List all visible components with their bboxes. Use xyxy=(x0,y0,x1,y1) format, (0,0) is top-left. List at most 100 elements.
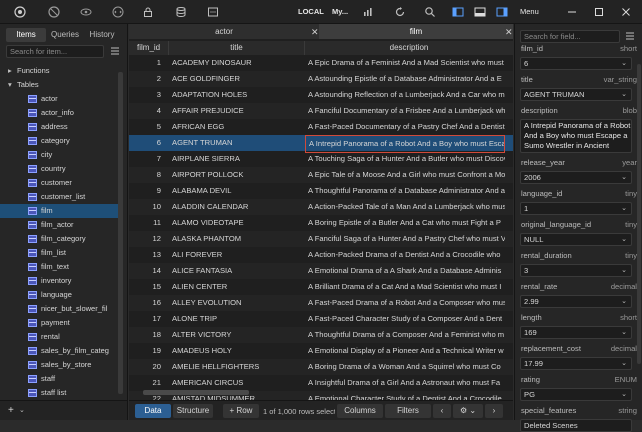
sidebar-item-payment[interactable]: payment xyxy=(0,316,118,330)
sidebar-item-staff[interactable]: staff xyxy=(0,372,118,386)
cell-title[interactable]: AMERICAN CIRCUS xyxy=(169,375,304,391)
sidebar-item-sales-by-film-categ[interactable]: sales_by_film_categ xyxy=(0,344,118,358)
cell-description[interactable]: A Fast-Paced Documentary of a Pastry Che… xyxy=(305,119,505,135)
cell-description[interactable]: A Thoughtful Drama of a Composer And a F… xyxy=(305,327,505,343)
sidebar-item-film-text[interactable]: film_text xyxy=(0,260,118,274)
close-icon[interactable] xyxy=(618,4,634,20)
cell-film-id[interactable]: 11 xyxy=(129,215,167,231)
table-row[interactable]: 16 ALLEY EVOLUTION A Fast-Paced Drama of a… xyxy=(129,295,513,311)
cell-film-id[interactable]: 6 xyxy=(129,135,167,151)
field-value-description[interactable]: A Intrepid Panorama of a Robot And a Boy… xyxy=(520,119,632,153)
table-row[interactable]: 8 AIRPORT POLLOCK A Epic Tale of a Moose A… xyxy=(129,167,513,183)
table-row[interactable]: 12 ALASKA PHANTOM A Fanciful Saga of a Hun… xyxy=(129,231,513,247)
database-icon[interactable] xyxy=(173,4,189,20)
field-value-replacement-cost[interactable]: 17.99 ⌄ xyxy=(520,357,632,370)
sidebar-item-sales-by-store[interactable]: sales_by_store xyxy=(0,358,118,372)
list-menu-icon[interactable] xyxy=(623,29,637,43)
table-row[interactable]: 6 AGENT TRUMAN A Intrepid Panorama of a Ro… xyxy=(129,135,513,153)
search-icon[interactable] xyxy=(422,4,438,20)
column-header-description[interactable]: description xyxy=(305,41,513,55)
field-value-title[interactable]: AGENT TRUMAN ⌄ xyxy=(520,88,632,101)
refresh-icon[interactable] xyxy=(392,4,408,20)
chevron-down-icon[interactable]: ⌄ xyxy=(621,89,627,100)
cell-title[interactable]: ALLEY EVOLUTION xyxy=(169,295,304,311)
cell-description[interactable]: A Fanciful Saga of a Hunter And a Pastry… xyxy=(305,231,505,247)
cell-film-id[interactable]: 19 xyxy=(129,343,167,359)
field-value-rental-rate[interactable]: 2.99 ⌄ xyxy=(520,295,632,308)
sidebar-scrollbar[interactable] xyxy=(118,72,123,394)
cell-film-id[interactable]: 20 xyxy=(129,359,167,375)
cell-description[interactable]: A Astounding Epistle of a Database Admin… xyxy=(305,71,505,87)
previous-page-icon[interactable]: ‹ xyxy=(433,404,451,418)
cell-title[interactable]: ALONE TRIP xyxy=(169,311,304,327)
table-row[interactable]: 5 AFRICAN EGG A Fast-Paced Documentary of … xyxy=(129,119,513,135)
chevron-down-icon[interactable]: ⌄ xyxy=(621,58,627,69)
add-row-button[interactable]: + Row xyxy=(223,404,259,418)
cell-film-id[interactable]: 5 xyxy=(129,119,167,135)
table-row[interactable]: 21 AMERICAN CIRCUS A Insightful Drama of a… xyxy=(129,375,513,391)
table-row[interactable]: 19 AMADEUS HOLY A Emotional Display of a P… xyxy=(129,343,513,359)
cell-description[interactable]: A Epic Tale of a Moose And a Girl who mu… xyxy=(305,167,505,183)
table-row[interactable]: 10 ALADDIN CALENDAR A Action-Packed Tale o… xyxy=(129,199,513,215)
table-row[interactable]: 18 ALTER VICTORY A Thoughtful Drama of a C… xyxy=(129,327,513,343)
cell-film-id[interactable]: 12 xyxy=(129,231,167,247)
table-row[interactable]: 4 AFFAIR PREJUDICE A Fanciful Documentary … xyxy=(129,103,513,119)
table-row[interactable]: 20 AMELIE HELLFIGHTERS A Boring Drama of a… xyxy=(129,359,513,375)
sidebar-item-customer-list[interactable]: customer_list xyxy=(0,190,118,204)
table-row[interactable]: 2 ACE GOLDFINGER A Astounding Epistle of a… xyxy=(129,71,513,87)
stop-icon[interactable] xyxy=(46,4,62,20)
sidebar-item-actor-info[interactable]: actor_info xyxy=(0,106,118,120)
tree-group-functions[interactable]: ▸ Functions xyxy=(0,64,118,78)
sidebar-item-category[interactable]: category xyxy=(0,134,118,148)
field-value-length[interactable]: 169 ⌄ xyxy=(520,326,632,339)
toggle-right-panel-icon[interactable] xyxy=(494,4,510,20)
filters-button[interactable]: Filters xyxy=(385,404,431,418)
chevron-down-icon[interactable]: ⌄ xyxy=(621,234,627,245)
settings-icon[interactable]: ⚙ ⌄ xyxy=(453,404,483,418)
sidebar-item-address[interactable]: address xyxy=(0,120,118,134)
table-row[interactable]: 1 ACADEMY DINOSAUR A Epic Drama of a Femin… xyxy=(129,55,513,71)
field-value-original-language-id[interactable]: NULL ⌄ xyxy=(520,233,632,246)
horizontal-scrollbar[interactable] xyxy=(143,390,249,395)
field-value-film-id[interactable]: 6 ⌄ xyxy=(520,57,632,70)
add-icon[interactable]: + xyxy=(8,405,14,416)
next-page-icon[interactable]: › xyxy=(485,404,503,418)
eye-icon[interactable] xyxy=(78,4,94,20)
sql-icon[interactable] xyxy=(205,4,221,20)
structure-tab-button[interactable]: Structure xyxy=(173,404,213,418)
field-value-rating[interactable]: PG ⌄ xyxy=(520,388,632,401)
cell-title[interactable]: ACE GOLDFINGER xyxy=(169,71,304,87)
chevron-down-icon[interactable]: ⌄ xyxy=(621,172,627,183)
chevron-down-icon[interactable]: ⌄ xyxy=(19,406,25,414)
cell-title[interactable]: ALASKA PHANTOM xyxy=(169,231,304,247)
sidebar-item-city[interactable]: city xyxy=(0,148,118,162)
cell-description[interactable]: A Astounding Reflection of a Lumberjack … xyxy=(305,87,505,103)
database-label[interactable]: My... xyxy=(332,7,348,16)
data-tab-button[interactable]: Data xyxy=(135,404,171,418)
chevron-down-icon[interactable]: ⌄ xyxy=(621,358,627,369)
cell-film-id[interactable]: 2 xyxy=(129,71,167,87)
minimize-icon[interactable] xyxy=(564,4,580,20)
cell-title[interactable]: ALTER VICTORY xyxy=(169,327,304,343)
list-menu-icon[interactable] xyxy=(108,44,122,58)
cell-film-id[interactable]: 3 xyxy=(129,87,167,103)
close-tab-icon[interactable]: ✕ xyxy=(505,27,513,38)
maximize-icon[interactable] xyxy=(591,4,607,20)
cell-description[interactable]: A Action-Packed Tale of a Man And a Lumb… xyxy=(305,199,505,215)
field-value-rental-duration[interactable]: 3 ⌄ xyxy=(520,264,632,277)
table-row[interactable]: 17 ALONE TRIP A Fast-Paced Character Study… xyxy=(129,311,513,327)
cell-film-id[interactable]: 14 xyxy=(129,263,167,279)
cell-description[interactable]: A Action-Packed Drama of a Dentist And a… xyxy=(305,247,505,263)
field-value-language-id[interactable]: 1 ⌄ xyxy=(520,202,632,215)
field-value-special-features[interactable]: Deleted Scenes xyxy=(520,419,632,432)
cell-title[interactable]: ADAPTATION HOLES xyxy=(169,87,304,103)
chevron-down-icon[interactable]: ⌄ xyxy=(621,265,627,276)
cell-film-id[interactable]: 21 xyxy=(129,375,167,391)
cell-description[interactable]: A Emotional Drama of a A Shark And a Dat… xyxy=(305,263,505,279)
field-search-input[interactable]: Search for field... xyxy=(520,30,620,43)
cell-title[interactable]: ALABAMA DEVIL xyxy=(169,183,304,199)
toggle-left-panel-icon[interactable] xyxy=(450,4,466,20)
cell-film-id[interactable]: 1 xyxy=(129,55,167,71)
table-row[interactable]: 11 ALAMO VIDEOTAPE A Boring Epistle of a B… xyxy=(129,215,513,231)
cell-title[interactable]: ALI FOREVER xyxy=(169,247,304,263)
